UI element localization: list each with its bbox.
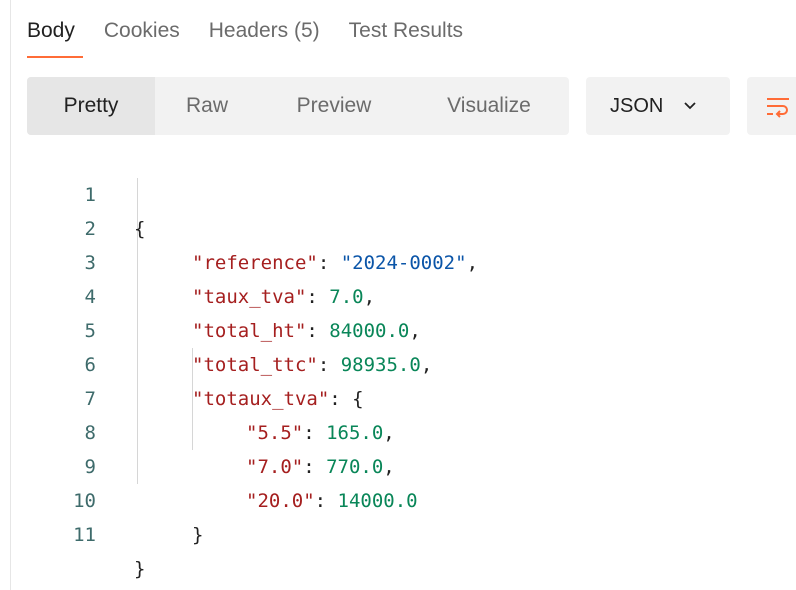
line-number: 11 bbox=[73, 524, 96, 546]
code-line: 5 "total_ttc": 98935.0, bbox=[0, 280, 796, 376]
json-viewer[interactable]: 1 { 2 "reference": "2024-0002", 3 "taux_… bbox=[0, 144, 796, 580]
pretty-button[interactable]: Pretty bbox=[27, 77, 155, 135]
response-panel: Body Cookies Headers (5) Test Results Pr… bbox=[0, 0, 796, 590]
format-select[interactable]: JSON bbox=[586, 77, 730, 135]
response-tabs: Body Cookies Headers (5) Test Results bbox=[27, 18, 492, 64]
wrap-lines-icon bbox=[767, 98, 789, 118]
code-line: 3 "taux_tva": 7.0, bbox=[0, 212, 796, 308]
code-line: 2 "reference": "2024-0002", bbox=[0, 178, 796, 274]
code-line: 9 "20.0": 14000.0 bbox=[0, 416, 796, 512]
visualize-button[interactable]: Visualize bbox=[409, 77, 569, 135]
chevron-down-icon bbox=[684, 102, 696, 110]
code-line: 1 { bbox=[0, 144, 796, 240]
view-mode-group: Pretty Raw Preview Visualize bbox=[27, 77, 569, 135]
close-brace: } bbox=[134, 558, 146, 580]
tab-headers-label: Headers bbox=[208, 19, 289, 42]
code-line: 4 "total_ht": 84000.0, bbox=[0, 246, 796, 342]
headers-count: (5) bbox=[293, 19, 320, 42]
code-line: 11 } bbox=[0, 484, 796, 580]
code-text: } bbox=[192, 518, 203, 552]
code-line: 7 "5.5": 165.0, bbox=[0, 348, 796, 444]
code-line: 8 "7.0": 770.0, bbox=[0, 382, 796, 478]
tab-headers[interactable]: Headers (5) bbox=[209, 18, 320, 64]
code-line: 10 } bbox=[0, 450, 796, 546]
raw-button[interactable]: Raw bbox=[155, 77, 259, 135]
preview-button[interactable]: Preview bbox=[259, 77, 409, 135]
tab-body[interactable]: Body bbox=[27, 18, 83, 64]
tab-cookies[interactable]: Cookies bbox=[104, 18, 180, 64]
code-text: } bbox=[134, 552, 145, 586]
wrap-lines-button[interactable] bbox=[747, 77, 796, 135]
format-select-value: JSON bbox=[610, 94, 664, 117]
code-line: 6 "totaux_tva": { bbox=[0, 314, 796, 410]
tab-test-results[interactable]: Test Results bbox=[349, 18, 463, 64]
close-brace: } bbox=[192, 524, 204, 546]
